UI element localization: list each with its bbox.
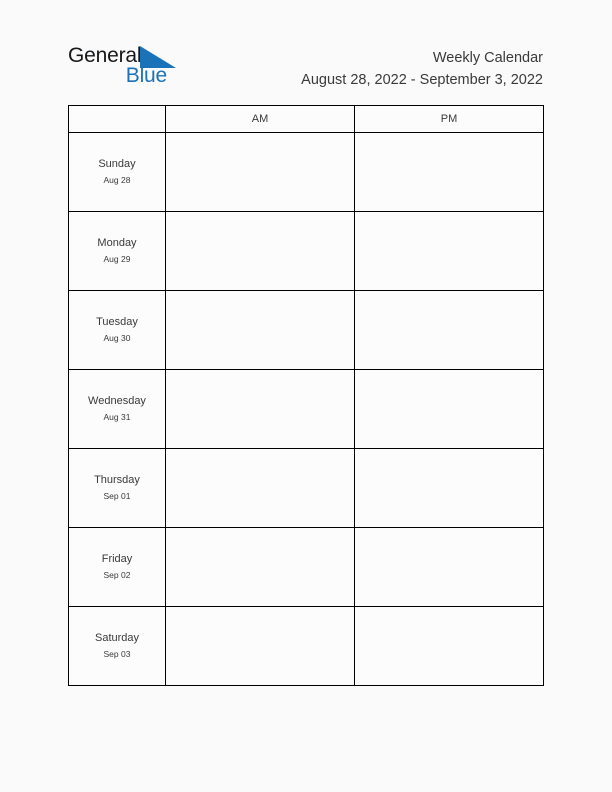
am-slot-wednesday[interactable]: [165, 369, 355, 449]
day-name-label: Thursday: [94, 474, 140, 487]
day-cell-thursday: Thursday Sep 01: [68, 448, 166, 528]
title-block: Weekly Calendar August 28, 2022 - Septem…: [301, 48, 543, 91]
pm-slot-thursday[interactable]: [354, 448, 544, 528]
column-header-pm: PM: [354, 105, 544, 133]
page-title: Weekly Calendar: [432, 50, 543, 66]
day-name-label: Wednesday: [88, 395, 146, 408]
day-name-label: Friday: [101, 553, 133, 566]
day-cell-monday: Monday Aug 29: [68, 211, 166, 291]
table-row: Tuesday Aug 30: [68, 290, 544, 370]
weekly-calendar-table: AM PM Sunday Aug 28 Monday Aug 29 Tuesda…: [68, 105, 544, 686]
am-slot-sunday[interactable]: [165, 132, 355, 212]
pm-slot-saturday[interactable]: [354, 606, 544, 686]
column-header-day: [68, 105, 166, 133]
pm-slot-friday[interactable]: [354, 527, 544, 607]
logo-word-blue: Blue: [125, 64, 167, 87]
table-row: Saturday Sep 03: [68, 606, 544, 686]
table-row: Sunday Aug 28: [68, 132, 544, 212]
day-name-label: Sunday: [98, 158, 136, 171]
am-slot-thursday[interactable]: [165, 448, 355, 528]
am-slot-tuesday[interactable]: [165, 290, 355, 370]
day-date-label: Aug 30: [103, 333, 131, 344]
day-name-label: Monday: [97, 237, 137, 250]
day-cell-sunday: Sunday Aug 28: [68, 132, 166, 212]
day-cell-friday: Friday Sep 02: [68, 527, 166, 607]
table-row: Monday Aug 29: [68, 211, 544, 291]
day-cell-wednesday: Wednesday Aug 31: [68, 369, 166, 449]
day-name-label: Saturday: [94, 632, 140, 645]
pm-slot-wednesday[interactable]: [354, 369, 544, 449]
date-range-label: August 28, 2022 - September 3, 2022: [301, 72, 543, 88]
pm-slot-monday[interactable]: [354, 211, 544, 291]
table-row: Friday Sep 02: [68, 527, 544, 607]
am-slot-monday[interactable]: [165, 211, 355, 291]
table-body: Sunday Aug 28 Monday Aug 29 Tuesday Aug …: [68, 132, 544, 686]
pm-slot-tuesday[interactable]: [354, 290, 544, 370]
table-header: AM PM: [68, 105, 544, 133]
column-header-am: AM: [165, 105, 355, 133]
day-date-label: Sep 01: [103, 491, 131, 502]
table-header-row: AM PM: [68, 105, 544, 133]
table-row: Wednesday Aug 31: [68, 369, 544, 449]
pm-slot-sunday[interactable]: [354, 132, 544, 212]
day-name-label: Tuesday: [96, 316, 138, 329]
day-cell-saturday: Saturday Sep 03: [68, 606, 166, 686]
day-date-label: Sep 03: [103, 649, 131, 660]
day-date-label: Sep 02: [103, 570, 131, 581]
am-slot-friday[interactable]: [165, 527, 355, 607]
day-date-label: Aug 29: [103, 254, 131, 265]
am-slot-saturday[interactable]: [165, 606, 355, 686]
page-header: General Blue Weekly Calendar August 28, …: [0, 0, 612, 105]
day-cell-tuesday: Tuesday Aug 30: [68, 290, 166, 370]
table-row: Thursday Sep 01: [68, 448, 544, 528]
brand-logo: General Blue: [68, 45, 268, 93]
day-date-label: Aug 28: [103, 175, 131, 186]
day-date-label: Aug 31: [103, 412, 131, 423]
calendar-page: General Blue Weekly Calendar August 28, …: [0, 0, 612, 792]
